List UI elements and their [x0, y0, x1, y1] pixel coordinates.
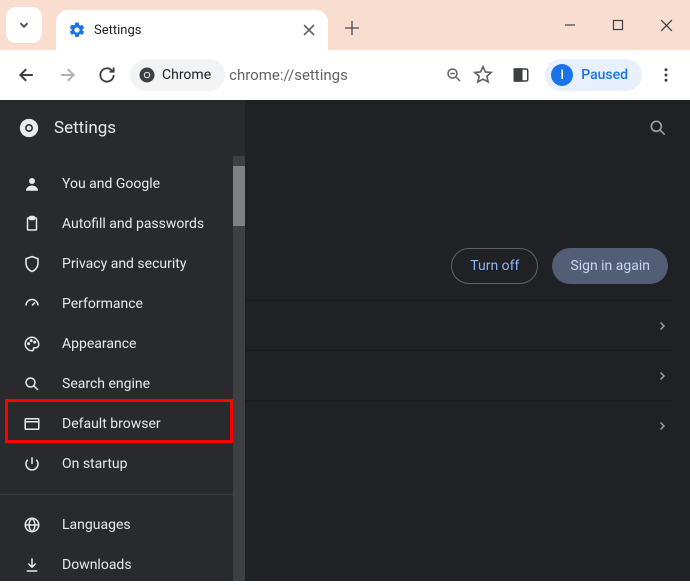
sidebar-item-label: Privacy and security — [62, 256, 186, 272]
chrome-chip[interactable]: Chrome — [130, 59, 225, 91]
chevron-down-icon — [17, 18, 31, 32]
maximize-icon — [612, 19, 624, 31]
turn-off-button[interactable]: Turn off — [451, 248, 538, 284]
sidebar-list: You and Google Autofill and passwords Pr… — [0, 156, 245, 585]
paused-label: Paused — [581, 67, 628, 83]
close-icon — [660, 19, 673, 32]
sidebar-title: Settings — [54, 118, 116, 138]
reload-icon — [97, 65, 117, 85]
clipboard-icon — [22, 215, 42, 233]
settings-search-button[interactable] — [648, 118, 668, 138]
chrome-menu-button[interactable] — [648, 57, 684, 93]
new-tab-button[interactable] — [338, 14, 366, 42]
search-icon — [648, 118, 668, 138]
settings-row[interactable] — [245, 300, 672, 350]
chevron-right-icon — [656, 420, 668, 432]
arrow-left-icon — [17, 65, 37, 85]
arrow-right-icon — [57, 65, 77, 85]
settings-sidebar: Settings You and Google Autofill and pas… — [0, 100, 245, 581]
profile-avatar: I — [551, 64, 573, 86]
settings-main: Turn off Sign in again — [245, 100, 690, 581]
bookmark-star-icon[interactable] — [473, 65, 493, 85]
back-button[interactable] — [10, 58, 44, 92]
close-icon — [303, 24, 315, 36]
sidebar-item-appearance[interactable]: Appearance — [0, 324, 245, 364]
chevron-right-icon — [656, 320, 668, 332]
sign-in-again-label: Sign in again — [570, 258, 650, 274]
sidebar-item-performance[interactable]: Performance — [0, 284, 245, 324]
plus-icon — [344, 20, 360, 36]
minimize-icon — [564, 19, 576, 31]
sidebar-item-label: Default browser — [62, 416, 161, 432]
sidebar-item-label: Languages — [62, 517, 131, 533]
profile-paused-chip[interactable]: I Paused — [545, 59, 642, 91]
kebab-icon — [657, 66, 675, 84]
window-maximize-button[interactable] — [594, 0, 642, 50]
globe-icon — [22, 516, 42, 534]
forward-button[interactable] — [50, 58, 84, 92]
settings-row[interactable] — [245, 350, 672, 400]
turn-off-label: Turn off — [470, 258, 519, 274]
sidebar-item-default-browser[interactable]: Default browser — [0, 404, 245, 444]
chrome-logo-icon — [18, 117, 40, 139]
tab-search-button[interactable] — [6, 7, 42, 43]
chrome-chip-label: Chrome — [162, 67, 211, 83]
sidebar-item-languages[interactable]: Languages — [0, 505, 245, 545]
sidebar-item-label: Appearance — [62, 336, 136, 352]
settings-row[interactable] — [245, 400, 672, 450]
sidebar-item-label: Downloads — [62, 557, 132, 573]
sidebar-item-label: Performance — [62, 296, 143, 312]
shield-icon — [22, 255, 42, 273]
url-text: chrome://settings — [229, 66, 445, 84]
sidebar-item-search-engine[interactable]: Search engine — [0, 364, 245, 404]
search-icon — [22, 375, 42, 393]
settings-gear-icon — [68, 21, 86, 39]
sidebar-item-label: You and Google — [62, 176, 160, 192]
browser-toolbar: Chrome chrome://settings I Paused — [0, 50, 690, 100]
window-minimize-button[interactable] — [546, 0, 594, 50]
sidebar-item-autofill[interactable]: Autofill and passwords — [0, 204, 245, 244]
person-icon — [22, 175, 42, 193]
window-close-button[interactable] — [642, 0, 690, 50]
sidebar-item-downloads[interactable]: Downloads — [0, 545, 245, 585]
reload-button[interactable] — [90, 58, 124, 92]
side-panel-button[interactable] — [503, 57, 539, 93]
sidebar-item-on-startup[interactable]: On startup — [0, 444, 245, 484]
browser-window-icon — [22, 415, 42, 433]
sidebar-item-label: On startup — [62, 456, 128, 472]
palette-icon — [22, 335, 42, 353]
chevron-right-icon — [656, 370, 668, 382]
address-bar[interactable]: Chrome chrome://settings — [130, 57, 497, 93]
download-icon — [22, 556, 42, 574]
chrome-icon — [138, 66, 156, 84]
content-area: Settings You and Google Autofill and pas… — [0, 100, 690, 581]
sidebar-divider — [0, 494, 233, 495]
sign-in-again-button[interactable]: Sign in again — [552, 248, 668, 284]
speedometer-icon — [22, 295, 42, 313]
browser-tab[interactable]: Settings — [56, 10, 328, 50]
side-panel-icon — [512, 66, 530, 84]
zoom-icon[interactable] — [445, 66, 463, 84]
sidebar-item-label: Autofill and passwords — [62, 216, 204, 232]
sidebar-item-label: Search engine — [62, 376, 150, 392]
avatar-initial: I — [560, 68, 564, 83]
sidebar-item-privacy[interactable]: Privacy and security — [0, 244, 245, 284]
power-icon — [22, 455, 42, 473]
sidebar-item-you-and-google[interactable]: You and Google — [0, 164, 245, 204]
tab-close-button[interactable] — [300, 21, 318, 39]
sidebar-header: Settings — [0, 100, 245, 156]
tab-title: Settings — [94, 23, 292, 38]
window-titlebar: Settings — [0, 0, 690, 50]
